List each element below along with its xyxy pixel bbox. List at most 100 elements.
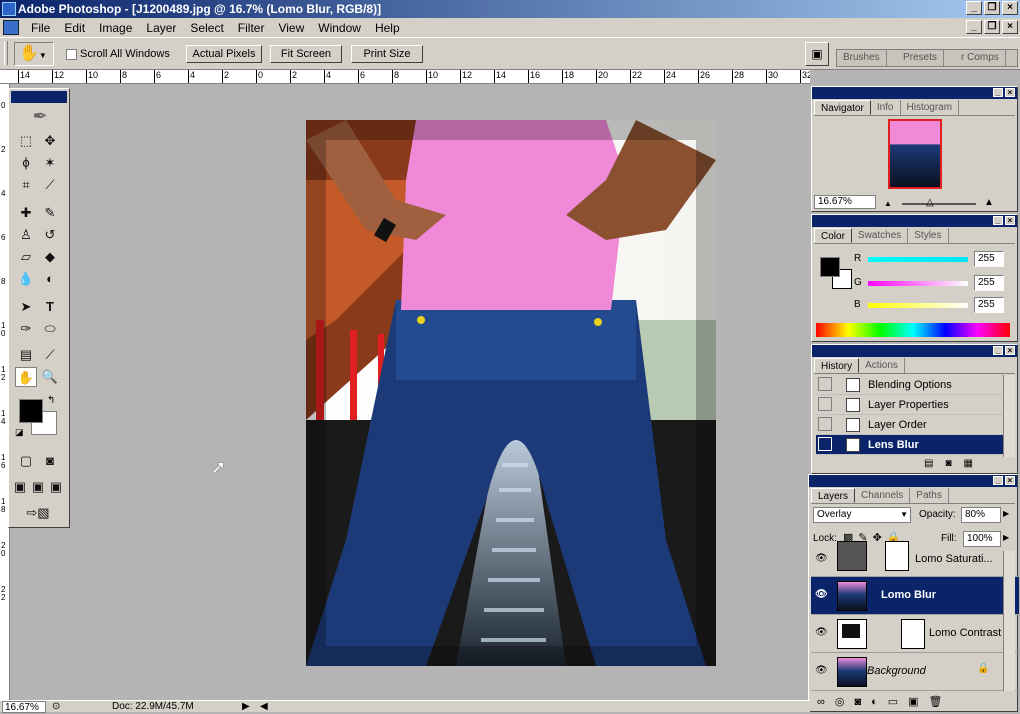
channel-g-slider[interactable] [868, 281, 968, 286]
scroll-all-windows-checkbox[interactable]: Scroll All Windows [66, 48, 170, 60]
full-screen-menu-mode-icon[interactable]: ▣ [29, 477, 47, 497]
zoom-slider-thumb-icon[interactable]: △ [926, 197, 934, 208]
opacity-arrow-icon[interactable]: ▶ [1003, 509, 1009, 518]
pen-tool-icon[interactable]: ✑ [15, 319, 37, 339]
navigator-zoom-slider[interactable] [902, 203, 976, 205]
layer-row[interactable]: 👁 Lomo Saturati... [811, 541, 1019, 577]
history-item[interactable]: Blending Options [816, 375, 1004, 395]
type-tool-icon[interactable]: T [39, 297, 61, 317]
clone-stamp-tool-icon[interactable]: ♙ [15, 225, 37, 245]
blur-tool-icon[interactable]: 💧 [15, 269, 37, 289]
history-footer-icons[interactable]: ▤◙▦ [924, 458, 985, 469]
channel-g-value[interactable]: 255 [974, 275, 1004, 291]
history-scrollbar[interactable] [1003, 375, 1015, 457]
menu-window[interactable]: Window [311, 21, 368, 35]
layer-row[interactable]: 👁 Background 🔒 [811, 653, 1019, 691]
panel-minimize-icon[interactable]: _ [993, 216, 1003, 225]
notes-tool-icon[interactable]: ▤ [15, 345, 37, 365]
channel-r-slider[interactable] [868, 257, 968, 262]
channel-b-slider[interactable] [868, 303, 968, 308]
panel-minimize-icon[interactable]: _ [993, 88, 1003, 97]
history-brush-tool-icon[interactable]: ↺ [39, 225, 61, 245]
close-button[interactable]: × [1002, 1, 1018, 15]
navigator-thumbnail[interactable] [888, 119, 942, 189]
move-tool-icon[interactable]: ✥ [39, 131, 61, 151]
actual-pixels-button[interactable]: Actual Pixels [186, 45, 262, 63]
navigator-panel-header[interactable]: _ × [812, 87, 1017, 99]
channel-r-value[interactable]: 255 [974, 251, 1004, 267]
layer-row-selected[interactable]: 👁 Lomo Blur [811, 577, 1019, 615]
tab-histogram[interactable]: Histogram [901, 100, 960, 115]
eye-icon[interactable]: 👁 [815, 627, 829, 639]
status-menu-arrow-icon[interactable]: ▶ [242, 701, 250, 713]
menu-help[interactable]: Help [368, 21, 407, 35]
layer-row[interactable]: 👁 Lomo Contrast [811, 615, 1019, 653]
panel-close-icon[interactable]: × [1005, 346, 1015, 355]
eye-icon[interactable]: 👁 [815, 665, 829, 677]
layers-scrollbar[interactable] [1003, 551, 1015, 691]
restore-button[interactable]: ❐ [984, 1, 1000, 15]
tab-channels[interactable]: Channels [855, 488, 911, 503]
channel-b-value[interactable]: 255 [974, 297, 1004, 313]
tab-color[interactable]: Color [814, 228, 852, 243]
menu-edit[interactable]: Edit [57, 21, 92, 35]
path-selection-tool-icon[interactable]: ➤ [15, 297, 37, 317]
color-ramp[interactable] [816, 323, 1010, 337]
tab-actions[interactable]: Actions [859, 358, 905, 373]
history-item[interactable]: Layer Order [816, 415, 1004, 435]
marquee-tool-icon[interactable]: ⬚ [15, 131, 37, 151]
fit-screen-button[interactable]: Fit Screen [270, 45, 342, 63]
history-item-selected[interactable]: Lens Blur [816, 435, 1004, 455]
slice-tool-icon[interactable]: ⟋ [39, 175, 61, 195]
jump-to-imageready-icon[interactable]: ⇨▧ [15, 503, 61, 523]
zoom-in-icon[interactable]: ▲ [984, 197, 994, 208]
lasso-tool-icon[interactable]: ϕ [15, 153, 37, 173]
tab-paths[interactable]: Paths [910, 488, 949, 503]
eye-icon[interactable]: 👁 [815, 589, 829, 601]
scroll-left-icon[interactable]: ◀ [260, 701, 268, 713]
status-zoom-field[interactable]: 16.67% [2, 701, 46, 713]
tab-info[interactable]: Info [871, 100, 901, 115]
well-tab-comps[interactable]: r Comps [955, 50, 1006, 66]
crop-tool-icon[interactable]: ⌗ [15, 175, 37, 195]
document-canvas[interactable] [306, 120, 716, 666]
healing-brush-tool-icon[interactable]: ✚ [15, 203, 37, 223]
menu-select[interactable]: Select [183, 21, 230, 35]
paint-bucket-tool-icon[interactable]: ◆ [39, 247, 61, 267]
doc-close-button[interactable]: × [1002, 20, 1018, 34]
layers-panel-header[interactable]: _ × [809, 475, 1017, 487]
tab-layers[interactable]: Layers [811, 488, 856, 503]
menu-image[interactable]: Image [92, 21, 139, 35]
eraser-tool-icon[interactable]: ▱ [15, 247, 37, 267]
standard-mode-icon[interactable]: ▢ [15, 451, 37, 471]
tab-swatches[interactable]: Swatches [852, 228, 909, 243]
zoom-out-icon[interactable]: ▲ [884, 199, 892, 208]
panel-close-icon[interactable]: × [1005, 88, 1015, 97]
menu-filter[interactable]: Filter [231, 21, 272, 35]
dodge-tool-icon[interactable]: ◐ [39, 269, 61, 289]
well-tab-presets[interactable]: Presets [897, 50, 944, 66]
magic-wand-tool-icon[interactable]: ✶ [39, 153, 61, 173]
eye-icon[interactable]: 👁 [815, 553, 829, 565]
color-foreground-swatch[interactable] [820, 257, 840, 277]
panel-minimize-icon[interactable]: _ [993, 476, 1003, 485]
panel-close-icon[interactable]: × [1005, 216, 1015, 225]
panel-close-icon[interactable]: × [1005, 476, 1015, 485]
file-browser-icon[interactable]: ▣ [805, 42, 829, 66]
print-size-button[interactable]: Print Size [351, 45, 423, 63]
menu-file[interactable]: File [24, 21, 57, 35]
eyedropper-tool-icon[interactable]: ⟋ [39, 345, 61, 365]
tool-preset-picker[interactable]: ✋▼ [14, 42, 54, 66]
toolbox-header[interactable] [11, 91, 67, 103]
full-screen-mode-icon[interactable]: ▣ [47, 477, 65, 497]
brush-tool-icon[interactable]: ✎ [39, 203, 61, 223]
tab-navigator[interactable]: Navigator [814, 100, 871, 115]
opacity-field[interactable]: 80% [961, 507, 1001, 523]
tab-history[interactable]: History [814, 358, 860, 373]
document-icon[interactable] [3, 20, 19, 35]
menu-layer[interactable]: Layer [139, 21, 183, 35]
doc-minimize-button[interactable]: _ [966, 20, 982, 34]
layers-footer-icons[interactable]: ∞◎◙◐▭▣🗑 [817, 695, 952, 708]
panel-minimize-icon[interactable]: _ [993, 346, 1003, 355]
standard-screen-mode-icon[interactable]: ▣ [11, 477, 29, 497]
